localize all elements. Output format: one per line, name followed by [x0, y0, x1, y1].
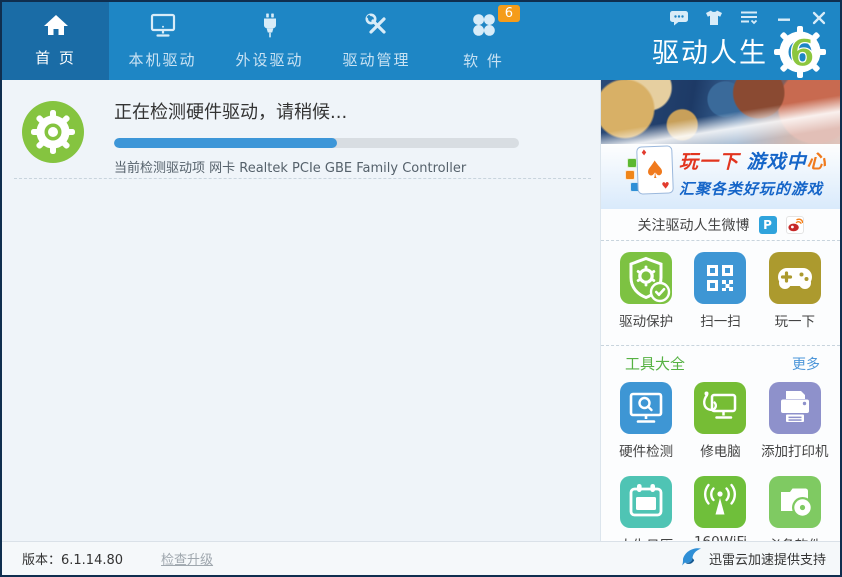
app-logo: 驱动人生 6 — [652, 20, 828, 80]
sidebar-panel: ♦ ♠ ♥ 玩一下 游戏中心 汇聚各类好玩的游戏 关注驱动人生微博 P — [601, 80, 840, 541]
logo-gear-icon: 6 — [772, 24, 828, 84]
check-update-link[interactable]: 检查升级 — [161, 549, 213, 568]
game-center-banner[interactable]: ♦ ♠ ♥ 玩一下 游戏中心 汇聚各类好玩的游戏 — [601, 80, 840, 209]
tools-section-header: 工具大全 更多 — [601, 346, 840, 378]
tool-play-games[interactable]: 玩一下 — [758, 252, 832, 330]
sponsor-text: 迅雷云加速提供支持 — [709, 549, 826, 568]
banner-lower: ♦ ♠ ♥ 玩一下 游戏中心 汇聚各类好玩的游戏 — [601, 144, 840, 209]
usb-icon — [258, 13, 282, 42]
progress-fill — [114, 138, 337, 148]
tools-icon — [364, 12, 390, 42]
tool-scan-qr[interactable]: 扫一扫 — [683, 252, 757, 330]
monitor-icon — [149, 13, 177, 42]
tab-local-drivers-label: 本机驱动 — [128, 49, 196, 70]
tool-add-printer[interactable]: 添加打印机 — [758, 382, 832, 460]
detection-detail: 当前检测驱动项 网卡 Realtek PCIe GBE Family Contr… — [114, 157, 584, 176]
banner-title: 玩一下 游戏中心 汇聚各类好玩的游戏 — [679, 147, 827, 199]
footer-bar: 版本：6.1.14.80 检查升级 迅雷云加速提供支持 — [2, 541, 840, 575]
tencent-weibo-icon[interactable]: P — [759, 216, 777, 234]
qr-code-icon — [694, 252, 746, 304]
header-bar: 首 页 本机驱动 — [2, 2, 840, 80]
main-panel: 正在检测硬件驱动，请稍候... 当前检测驱动项 网卡 Realtek PCIe … — [2, 80, 600, 541]
weibo-follow-row: 关注驱动人生微博 P — [601, 209, 840, 241]
detection-title: 正在检测硬件驱动，请稍候... — [114, 98, 584, 124]
software-count-badge: 6 — [498, 5, 520, 22]
tab-home[interactable]: 首 页 — [2, 2, 109, 80]
tab-peripheral-drivers-label: 外设驱动 — [235, 49, 303, 70]
scanning-gear-icon — [22, 101, 84, 167]
sina-weibo-icon[interactable] — [786, 216, 804, 234]
wifi-icon — [694, 476, 746, 528]
tab-local-drivers[interactable]: 本机驱动 — [109, 2, 216, 80]
gamepad-icon — [769, 252, 821, 304]
app-logo-text: 驱动人生 — [652, 28, 768, 80]
tools-grid: 硬件检测 修电脑 — [601, 378, 840, 566]
detection-status: 正在检测硬件驱动，请稍候... 当前检测驱动项 网卡 Realtek PCIe … — [114, 98, 584, 176]
home-icon — [43, 14, 69, 40]
calendar-icon — [620, 476, 672, 528]
logo-number: 6 — [789, 32, 815, 75]
tab-peripheral-drivers[interactable]: 外设驱动 — [216, 2, 323, 80]
quick-tools-row: 驱动保护 扫一扫 — [601, 241, 840, 346]
version-label: 版本：6.1.14.80 — [22, 549, 123, 568]
app-window: 首 页 本机驱动 — [0, 0, 842, 577]
printer-icon — [769, 382, 821, 434]
banner-photo — [601, 80, 840, 144]
sponsor-area: 迅雷云加速提供支持 — [681, 547, 826, 571]
tab-home-label: 首 页 — [35, 47, 76, 68]
weibo-follow-label: 关注驱动人生微博 — [638, 215, 750, 235]
tool-driver-protection[interactable]: 驱动保护 — [609, 252, 683, 330]
shield-gear-icon — [620, 252, 672, 304]
folder-disc-icon — [769, 476, 821, 528]
tab-driver-management[interactable]: 驱动管理 — [323, 2, 430, 80]
tools-section-title: 工具大全 — [625, 353, 685, 374]
banner-subtitle: 汇聚各类好玩的游戏 — [679, 178, 827, 199]
monitor-magnifier-icon — [620, 382, 672, 434]
main-separator — [14, 178, 591, 179]
repair-pc-icon — [694, 382, 746, 434]
tab-software[interactable]: 软 件 6 — [430, 2, 537, 80]
tab-software-label: 软 件 — [463, 50, 504, 71]
clover-icon — [470, 11, 498, 43]
progress-bar — [114, 138, 519, 148]
xunlei-bird-icon — [681, 547, 703, 571]
playing-card-icon: ♦ ♠ ♥ — [625, 146, 677, 202]
tools-more-link[interactable]: 更多 — [792, 354, 820, 374]
tool-hardware-detect[interactable]: 硬件检测 — [609, 382, 683, 460]
tool-repair-pc[interactable]: 修电脑 — [683, 382, 757, 460]
tab-driver-management-label: 驱动管理 — [342, 49, 410, 70]
